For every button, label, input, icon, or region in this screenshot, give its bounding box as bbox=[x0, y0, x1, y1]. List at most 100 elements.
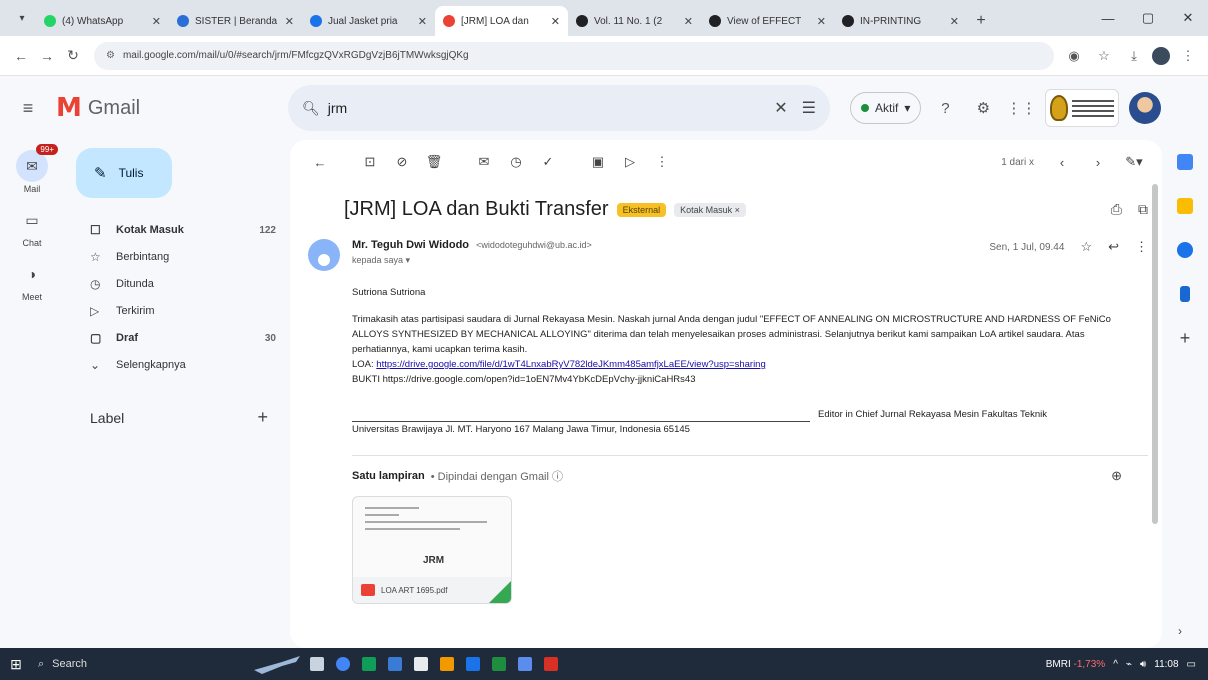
minimize-button[interactable]: — bbox=[1088, 0, 1128, 36]
browser-tab[interactable]: Jual Jasket pria ✕ bbox=[302, 6, 435, 36]
task-view-icon[interactable] bbox=[310, 657, 324, 671]
report-spam-icon[interactable]: ⊘ bbox=[386, 146, 418, 178]
stock-widget[interactable]: BMRI -1,73% bbox=[1046, 659, 1105, 670]
tray-chevron-icon[interactable]: ^ bbox=[1113, 659, 1118, 670]
network-icon[interactable]: ⌁ bbox=[1126, 659, 1132, 670]
expand-panel-icon[interactable]: › bbox=[1178, 624, 1182, 638]
label-icon[interactable]: ▷ bbox=[614, 146, 646, 178]
tab-search-icon[interactable]: ▾ bbox=[8, 4, 36, 32]
mark-unread-icon[interactable]: ✉ bbox=[468, 146, 500, 178]
tab-close-icon[interactable]: ✕ bbox=[152, 15, 161, 28]
back-icon[interactable]: ← bbox=[8, 43, 34, 69]
nav-item[interactable]: ☆ Berbintang bbox=[64, 245, 290, 269]
browser-tab[interactable]: SISTER | Beranda ✕ bbox=[169, 6, 302, 36]
inbox-label-chip[interactable]: Kotak Masuk × bbox=[674, 202, 746, 217]
help-icon[interactable]: ? bbox=[931, 94, 959, 122]
next-message-icon[interactable]: › bbox=[1082, 146, 1114, 178]
tab-close-icon[interactable]: ✕ bbox=[418, 15, 427, 28]
airplane-widget-icon[interactable] bbox=[252, 652, 302, 676]
tab-close-icon[interactable]: ✕ bbox=[950, 15, 959, 28]
settings-gear-icon[interactable]: ⚙ bbox=[969, 94, 997, 122]
volume-icon[interactable]: 🔊︎ bbox=[1140, 659, 1146, 670]
nav-item[interactable]: ◷ Ditunda bbox=[64, 272, 290, 296]
nav-item[interactable]: ▷ Terkirim bbox=[64, 299, 290, 323]
rail-item-chat[interactable]: ▭ Chat bbox=[0, 204, 64, 249]
browser-profile-avatar[interactable] bbox=[1152, 46, 1170, 65]
new-tab-button[interactable]: + bbox=[967, 6, 995, 36]
excel-app-icon[interactable] bbox=[492, 657, 506, 671]
delete-icon[interactable]: 🗑︎ bbox=[418, 146, 450, 178]
download-icon[interactable]: ⤓ bbox=[1122, 44, 1146, 68]
browser-tab[interactable]: Vol. 11 No. 1 (2 ✕ bbox=[568, 6, 701, 36]
nav-item[interactable]: ▢ Draf 30 bbox=[64, 326, 290, 350]
browser-tab[interactable]: View of EFFECT ✕ bbox=[701, 6, 834, 36]
bookmark-star-icon[interactable]: ☆ bbox=[1092, 44, 1116, 68]
eye-icon[interactable]: ◉ bbox=[1062, 44, 1086, 68]
chrome-app-icon[interactable] bbox=[336, 657, 350, 671]
tasks-addon[interactable] bbox=[1162, 228, 1208, 272]
sender-avatar[interactable] bbox=[308, 239, 340, 271]
sender-name[interactable]: Mr. Teguh Dwi Widodo bbox=[352, 239, 469, 251]
site-info-icon[interactable]: ⚙ bbox=[106, 50, 115, 61]
loa-link[interactable]: https://drive.google.com/file/d/1wT4Lnxa… bbox=[376, 359, 765, 370]
close-window-button[interactable]: ✕ bbox=[1168, 0, 1208, 36]
input-tools-icon[interactable]: ✎▾ bbox=[1118, 146, 1150, 178]
clock[interactable]: 11:08 bbox=[1154, 659, 1178, 670]
account-avatar[interactable] bbox=[1129, 92, 1162, 124]
status-dropdown[interactable]: Aktif ▾ bbox=[850, 92, 922, 124]
open-new-window-icon[interactable]: ⧉ bbox=[1138, 201, 1148, 218]
maximize-button[interactable]: ▢ bbox=[1128, 0, 1168, 36]
rail-item-mail[interactable]: ✉ 99+ Mail bbox=[0, 144, 64, 194]
compose-button[interactable]: ✎ Tulis bbox=[76, 148, 172, 198]
nav-item[interactable]: ⌄ Selengkapnya bbox=[64, 353, 290, 377]
app-icon-blue[interactable] bbox=[388, 657, 402, 671]
calendar-addon[interactable] bbox=[1162, 140, 1208, 184]
search-icon[interactable]: 🔍︎ bbox=[302, 100, 320, 117]
pdf-app-icon[interactable] bbox=[544, 657, 558, 671]
browser-tab[interactable]: [JRM] LOA dan ✕ bbox=[435, 6, 568, 36]
contacts-addon[interactable] bbox=[1162, 272, 1208, 316]
notifications-icon[interactable]: ▭ bbox=[1187, 659, 1196, 670]
search-input[interactable]: jrm bbox=[328, 100, 760, 116]
tab-close-icon[interactable]: ✕ bbox=[551, 15, 560, 28]
add-label-icon[interactable]: + bbox=[257, 407, 268, 428]
tab-close-icon[interactable]: ✕ bbox=[684, 15, 693, 28]
recipient-details[interactable]: kepada saya ▾ bbox=[352, 255, 989, 266]
archive-icon[interactable]: ⊡ bbox=[354, 146, 386, 178]
search-options-icon[interactable]: ☰ bbox=[802, 98, 816, 118]
message-scrollbar[interactable] bbox=[1152, 184, 1158, 524]
star-icon[interactable]: ☆ bbox=[1080, 239, 1092, 255]
organization-logo[interactable] bbox=[1045, 89, 1120, 127]
tab-close-icon[interactable]: ✕ bbox=[285, 15, 294, 28]
add-task-icon[interactable]: ✓ bbox=[532, 146, 564, 178]
move-to-icon[interactable]: ▣ bbox=[582, 146, 614, 178]
main-menu-icon[interactable]: ≡ bbox=[0, 98, 56, 119]
attachment-card[interactable]: JRM LOA ART 1695.pdf bbox=[352, 496, 512, 604]
windows-start-icon[interactable]: ⊞ bbox=[0, 648, 32, 680]
app-icon-green[interactable] bbox=[362, 657, 376, 671]
taskbar-search[interactable]: ⌕ Search bbox=[32, 648, 142, 680]
message-more-icon[interactable]: ⋮ bbox=[1135, 239, 1148, 255]
browser-tab[interactable]: (4) WhatsApp ✕ bbox=[36, 6, 169, 36]
snooze-icon[interactable]: ◷ bbox=[500, 146, 532, 178]
rail-item-meet[interactable]: ◑ Meet bbox=[0, 258, 64, 302]
forward-icon[interactable]: → bbox=[34, 43, 60, 69]
reload-icon[interactable]: ↻ bbox=[60, 43, 86, 69]
clear-search-icon[interactable]: ✕ bbox=[774, 98, 787, 118]
app-icon-orange[interactable] bbox=[440, 657, 454, 671]
back-to-list-icon[interactable]: ← bbox=[304, 146, 336, 178]
browser-menu-icon[interactable]: ⋮ bbox=[1176, 44, 1200, 68]
add-to-drive-icon[interactable]: ⊕ bbox=[1111, 468, 1122, 484]
apps-grid-icon[interactable]: ⋮⋮ bbox=[1006, 94, 1036, 122]
get-addons-button[interactable]: + bbox=[1162, 316, 1208, 360]
tab-close-icon[interactable]: ✕ bbox=[817, 15, 826, 28]
gmail-logo[interactable]: M Gmail bbox=[56, 93, 288, 123]
app-icon-blue-2[interactable] bbox=[518, 657, 532, 671]
print-icon[interactable]: ⎙ bbox=[1111, 201, 1122, 218]
reply-icon[interactable]: ↩ bbox=[1108, 239, 1119, 255]
browser-tab[interactable]: IN-PRINTING ✕ bbox=[834, 6, 967, 36]
search-bar[interactable]: 🔍︎ jrm ✕ ☰ bbox=[288, 85, 830, 131]
url-input[interactable]: ⚙ mail.google.com/mail/u/0/#search/jrm/F… bbox=[94, 41, 1054, 70]
nav-item[interactable]: ☐ Kotak Masuk 122 bbox=[64, 218, 290, 242]
app-icon-light[interactable] bbox=[414, 657, 428, 671]
